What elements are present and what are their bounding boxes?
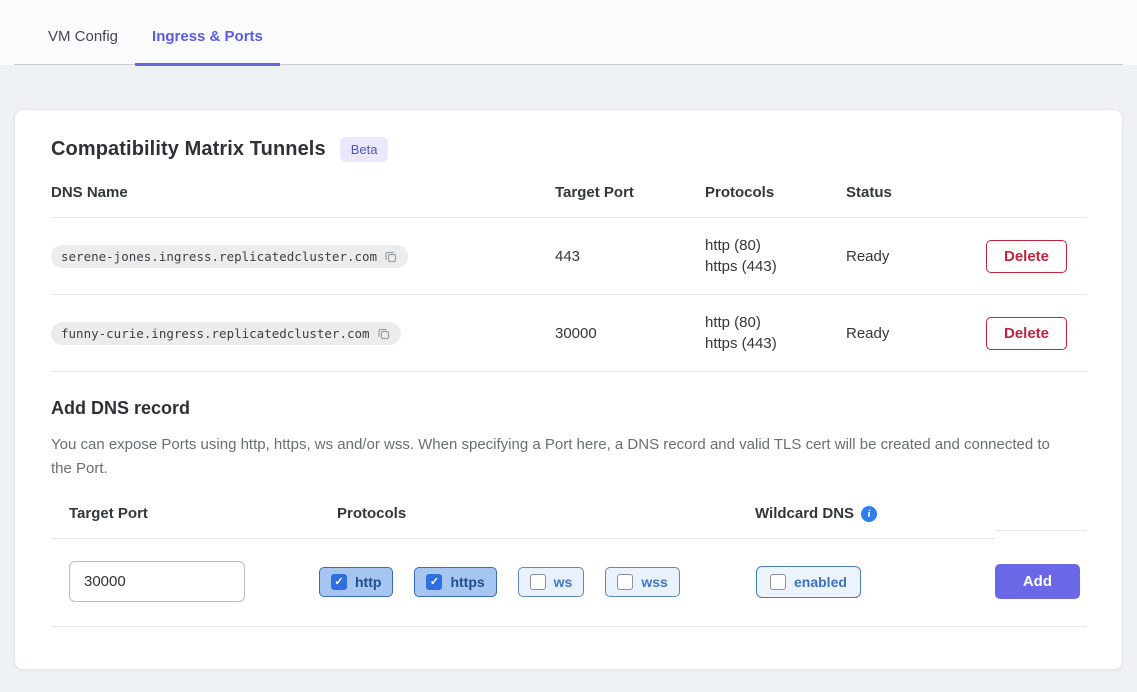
checkbox-https[interactable]: ✓ https	[414, 567, 496, 597]
checkbox-icon: ✓	[426, 574, 442, 590]
table-header-row: DNS Name Target Port Protocols Status	[51, 162, 1086, 218]
checkbox-label: https	[450, 574, 484, 590]
protocol-line: https (443)	[705, 256, 846, 277]
checkbox-icon	[530, 574, 546, 590]
protocol-line: http (80)	[705, 312, 846, 333]
beta-badge: Beta	[340, 137, 389, 162]
card-title: Compatibility Matrix Tunnels	[51, 138, 326, 161]
target-port-value: 443	[555, 248, 705, 265]
checkbox-label: wss	[641, 574, 667, 590]
checkbox-wss[interactable]: wss	[605, 567, 679, 597]
dns-name-value: serene-jones.ingress.replicatedcluster.c…	[51, 245, 408, 268]
checkbox-label: enabled	[794, 574, 847, 590]
col-header-protocols: Protocols	[705, 184, 846, 201]
dns-name-text: funny-curie.ingress.replicatedcluster.co…	[61, 326, 370, 341]
protocol-line: https (443)	[705, 333, 846, 354]
checkbox-label: ws	[554, 574, 573, 590]
label-protocols: Protocols	[319, 505, 755, 539]
tab-bar: VM Config Ingress & Ports	[0, 0, 1137, 65]
table-row: funny-curie.ingress.replicatedcluster.co…	[51, 295, 1086, 372]
add-dns-form: Target Port Protocols Wildcard DNS i ✓ h…	[51, 505, 1086, 606]
protocols-value: http (80) https (443)	[705, 235, 846, 277]
checkbox-ws[interactable]: ws	[518, 567, 585, 597]
add-button[interactable]: Add	[995, 564, 1080, 599]
label-wildcard-dns: Wildcard DNS i	[755, 505, 995, 539]
copy-icon[interactable]	[383, 249, 398, 264]
add-dns-record-description: You can expose Ports using http, https, …	[51, 433, 1061, 481]
target-port-input[interactable]	[69, 561, 245, 602]
checkbox-icon	[770, 574, 786, 590]
col-header-dns-name: DNS Name	[51, 184, 555, 201]
copy-icon[interactable]	[376, 326, 391, 341]
tab-vm-config[interactable]: VM Config	[31, 0, 135, 66]
dns-name-value: funny-curie.ingress.replicatedcluster.co…	[51, 322, 401, 345]
target-port-value: 30000	[555, 325, 705, 342]
delete-button[interactable]: Delete	[986, 240, 1067, 273]
delete-button[interactable]: Delete	[986, 317, 1067, 350]
checkbox-http[interactable]: ✓ http	[319, 567, 393, 597]
dns-name-text: serene-jones.ingress.replicatedcluster.c…	[61, 249, 377, 264]
info-icon[interactable]: i	[861, 506, 877, 522]
protocol-line: http (80)	[705, 235, 846, 256]
wildcard-dns-label-text: Wildcard DNS	[755, 505, 854, 522]
checkbox-icon	[617, 574, 633, 590]
col-header-status: Status	[846, 184, 986, 201]
col-header-target-port: Target Port	[555, 184, 705, 201]
checkbox-label: http	[355, 574, 381, 590]
add-dns-record-title: Add DNS record	[51, 398, 1086, 419]
status-value: Ready	[846, 325, 986, 342]
checkbox-icon: ✓	[331, 574, 347, 590]
tab-ingress-ports[interactable]: Ingress & Ports	[135, 0, 280, 66]
status-value: Ready	[846, 248, 986, 265]
tunnels-card: Compatibility Matrix Tunnels Beta DNS Na…	[14, 109, 1123, 670]
checkbox-wildcard-enabled[interactable]: enabled	[756, 566, 861, 598]
protocols-value: http (80) https (443)	[705, 312, 846, 354]
protocol-checkbox-group: ✓ http ✓ https ws wss	[319, 545, 755, 601]
card-bottom-divider	[51, 626, 1086, 627]
table-row: serene-jones.ingress.replicatedcluster.c…	[51, 218, 1086, 295]
label-target-port: Target Port	[51, 505, 319, 539]
